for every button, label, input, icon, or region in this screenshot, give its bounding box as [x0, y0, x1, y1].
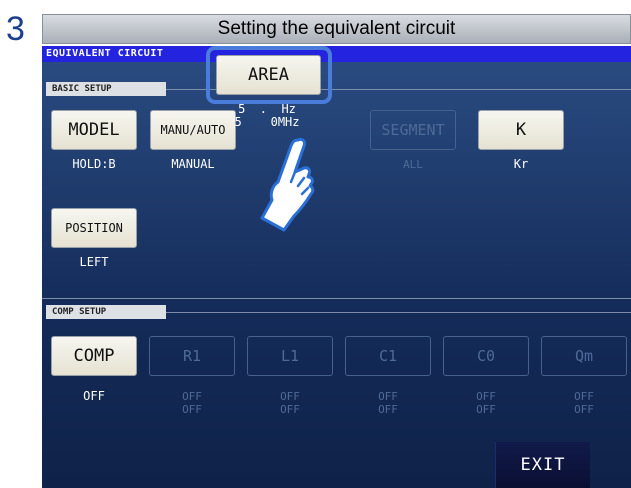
- k-value: Kr: [513, 157, 529, 171]
- comp-setup-divider: [166, 312, 631, 313]
- qm-value: OFF OFF: [574, 390, 594, 416]
- area-value-line1: 5 . Hz: [238, 102, 296, 116]
- qm-button[interactable]: Qm: [541, 336, 627, 376]
- comp-value: OFF: [83, 389, 105, 403]
- segment-value: ALL: [403, 158, 423, 171]
- comp-button[interactable]: COMP: [51, 336, 137, 376]
- area-value-line2: 5 0MHz: [234, 115, 300, 129]
- screen-title-bar: EQUIVALENT CIRCUIT: [42, 46, 631, 62]
- area-value: 5 . Hz 5 0MHz: [208, 103, 326, 129]
- l1-value: OFF OFF: [280, 390, 300, 416]
- step-number: 3: [6, 10, 25, 48]
- instrument-screen: EQUIVALENT CIRCUIT BASIC SETUP MODEL HOL…: [42, 46, 631, 488]
- comp-setup-label: COMP SETUP: [46, 305, 166, 319]
- c0-button[interactable]: C0: [443, 336, 529, 376]
- pointing-hand-icon: [260, 137, 315, 232]
- basic-setup-label: BASIC SETUP: [46, 82, 166, 96]
- position-value: LEFT: [79, 255, 109, 269]
- model-button[interactable]: MODEL: [51, 110, 137, 150]
- section-divider: [42, 298, 631, 299]
- position-button[interactable]: POSITION: [51, 208, 137, 248]
- area-button[interactable]: AREA: [216, 55, 321, 95]
- exit-button[interactable]: EXIT: [495, 442, 590, 488]
- k-button[interactable]: K: [478, 110, 564, 150]
- model-value: HOLD:B: [72, 157, 116, 171]
- c1-button[interactable]: C1: [345, 336, 431, 376]
- c1-value: OFF OFF: [378, 390, 398, 416]
- segment-button[interactable]: SEGMENT: [370, 110, 456, 150]
- r1-button[interactable]: R1: [149, 336, 235, 376]
- manu-auto-value: MANUAL: [171, 157, 215, 171]
- r1-value: OFF OFF: [182, 390, 202, 416]
- l1-button[interactable]: L1: [247, 336, 333, 376]
- c0-value: OFF OFF: [476, 390, 496, 416]
- step-caption: Setting the equivalent circuit: [42, 14, 631, 44]
